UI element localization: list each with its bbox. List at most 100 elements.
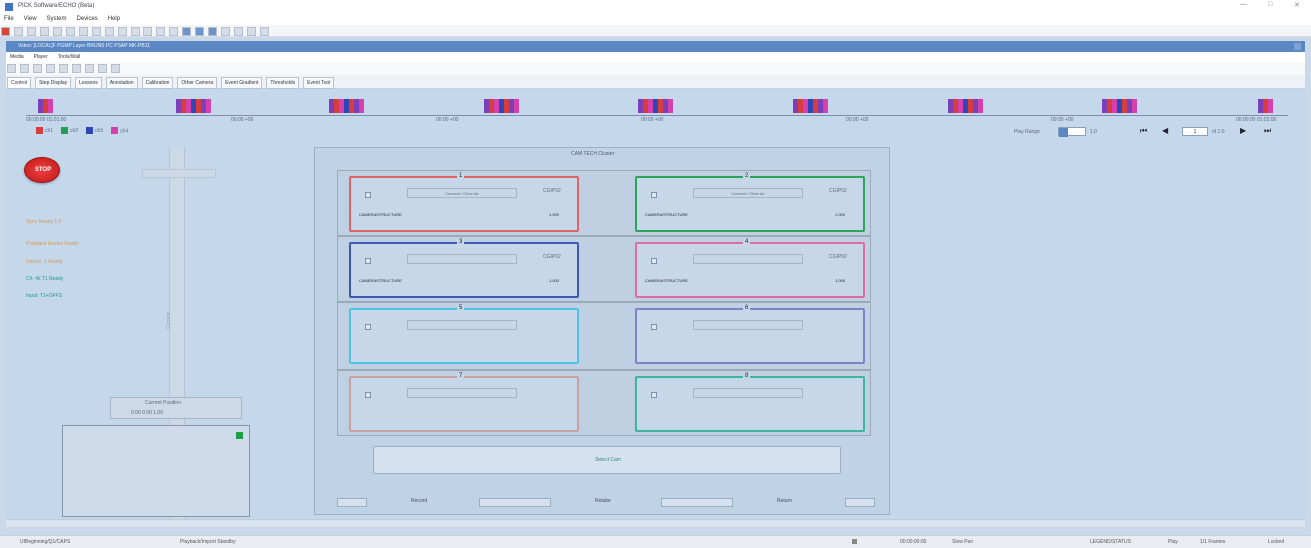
quad-3-field[interactable] (407, 254, 517, 264)
filter-icon[interactable] (110, 64, 120, 73)
close-icon[interactable]: ✕ (1294, 1, 1300, 9)
first-frame-icon[interactable]: ⏮ (1140, 126, 1147, 136)
camera-quad-7[interactable]: 7 (349, 373, 579, 432)
timeline-clip-2[interactable] (176, 99, 211, 113)
tab-annotation[interactable]: Annotation (105, 77, 138, 89)
new-icon[interactable] (13, 27, 23, 36)
retake-button[interactable]: Retake (595, 498, 611, 504)
rewind-icon[interactable] (45, 64, 55, 73)
user-icon[interactable] (169, 27, 179, 36)
paste-icon[interactable] (104, 27, 114, 36)
tab-step-display[interactable]: Step Display (35, 77, 72, 89)
snapshot-icon[interactable] (71, 64, 81, 73)
quad-8-field[interactable] (693, 388, 803, 398)
frame-input[interactable]: 1 (1182, 127, 1208, 136)
next-frame-icon[interactable]: ▶ (1240, 126, 1246, 135)
preview-box[interactable] (62, 425, 250, 517)
horizontal-scrollbar[interactable] (6, 519, 1305, 527)
grid-icon[interactable] (208, 27, 218, 36)
tab-control[interactable]: Control (7, 77, 32, 89)
stop-button[interactable]: STOP (24, 157, 60, 183)
timeline-clip-4[interactable] (484, 99, 519, 113)
maximize-icon[interactable]: □ (1268, 1, 1272, 8)
menu-system[interactable]: System (42, 14, 70, 25)
list-icon[interactable] (234, 27, 244, 36)
tab-calibration[interactable]: Calibration (141, 77, 174, 89)
tab-event-gradient[interactable]: Event Gradient (221, 77, 263, 89)
export-icon[interactable] (84, 64, 94, 73)
cut-icon[interactable] (78, 27, 88, 36)
camera-quad-5[interactable]: 5 (349, 305, 579, 364)
footer-field-4[interactable] (845, 498, 875, 507)
menu-media[interactable]: Media (6, 52, 28, 62)
tab-event-tool[interactable]: Event Tool (303, 77, 335, 89)
info-icon[interactable] (260, 27, 270, 36)
quad-8-checkbox[interactable] (651, 392, 657, 398)
layout-icon[interactable] (195, 27, 205, 36)
timeline-clip-8[interactable] (1102, 99, 1137, 113)
quad-5-checkbox[interactable] (365, 324, 371, 330)
record-button[interactable]: Record (411, 498, 427, 504)
camera-quad-6[interactable]: 6 (635, 305, 865, 364)
pause-icon[interactable] (19, 64, 29, 73)
quad-6-checkbox[interactable] (651, 324, 657, 330)
undo-icon[interactable] (52, 27, 62, 36)
menu-file[interactable]: File (0, 14, 18, 25)
settings-icon[interactable] (247, 27, 257, 36)
return-button[interactable]: Return (777, 498, 792, 504)
stop-icon[interactable] (32, 64, 42, 73)
quad-7-field[interactable] (407, 388, 517, 398)
menu-view[interactable]: View (20, 14, 41, 25)
timeline[interactable]: 00:00:00 01:01:00 00:00 +00 00:00 +00 00… (26, 97, 1288, 127)
tab-thresholds[interactable]: Thresholds (266, 77, 300, 89)
minimize-icon[interactable]: — (1240, 1, 1247, 8)
camera-quad-8[interactable]: 8 (635, 373, 865, 432)
timeline-clip-7[interactable] (948, 99, 983, 113)
timeline-clip-5[interactable] (638, 99, 673, 113)
forward-icon[interactable] (58, 64, 68, 73)
quad-1-connect-button[interactable]: Connect / Clear Alr (407, 188, 517, 198)
quad-4-checkbox[interactable] (651, 258, 657, 264)
tab-other-camera[interactable]: Other Camera (177, 77, 218, 89)
quad-6-field[interactable] (693, 320, 803, 330)
footer-field-1[interactable] (337, 498, 367, 507)
playback-range-input[interactable] (1058, 127, 1086, 137)
document-close-icon[interactable] (1294, 43, 1301, 50)
menu-devices[interactable]: Devices (72, 14, 101, 25)
monitor-icon[interactable] (182, 27, 192, 36)
quad-2-connect-button[interactable]: Connect / Clear Alr (693, 188, 803, 198)
copy-icon[interactable] (91, 27, 101, 36)
delete-icon[interactable] (117, 27, 127, 36)
zoom-in-icon[interactable] (143, 27, 153, 36)
timeline-clip-9[interactable] (1258, 99, 1273, 113)
select-cam-button[interactable]: Select Cam (373, 446, 841, 474)
zoom-out-icon[interactable] (156, 27, 166, 36)
last-frame-icon[interactable]: ⏭ (1264, 126, 1271, 136)
timeline-clip-1[interactable] (38, 99, 53, 113)
record-icon[interactable] (1, 27, 10, 36)
camera-quad-2[interactable]: 2 Connect / Clear Alr CGIP02 CAMERA/STRU… (635, 173, 865, 232)
redo-icon[interactable] (65, 27, 75, 36)
split-icon[interactable] (221, 27, 231, 36)
quad-2-checkbox[interactable] (651, 192, 657, 198)
quad-3-checkbox[interactable] (365, 258, 371, 264)
quad-4-field[interactable] (693, 254, 803, 264)
camera-quad-3[interactable]: 3 CGIP02 CAMERA/STRUCTURE 1.000 (349, 239, 579, 298)
quad-7-checkbox[interactable] (365, 392, 371, 398)
menu-tools[interactable]: Tools/Wall (54, 52, 85, 62)
footer-field-3[interactable] (661, 498, 733, 507)
menu-help[interactable]: Help (104, 14, 124, 25)
quad-1-checkbox[interactable] (365, 192, 371, 198)
open-icon[interactable] (26, 27, 36, 36)
marker-icon[interactable] (97, 64, 107, 73)
menu-player[interactable]: Player (30, 52, 52, 62)
find-icon[interactable] (130, 27, 140, 36)
camera-quad-4[interactable]: 4 CGIP02 CAMERA/STRUCTURE 1.000 (635, 239, 865, 298)
prev-frame-icon[interactable]: ◀ (1162, 126, 1168, 135)
play-icon[interactable] (7, 64, 16, 73)
timeline-clip-6[interactable] (793, 99, 828, 113)
camera-quad-1[interactable]: 1 Connect / Clear Alr CGIP02 CAMERA/STRU… (349, 173, 579, 232)
footer-field-2[interactable] (479, 498, 551, 507)
timeline-clip-3[interactable] (329, 99, 364, 113)
quad-5-field[interactable] (407, 320, 517, 330)
